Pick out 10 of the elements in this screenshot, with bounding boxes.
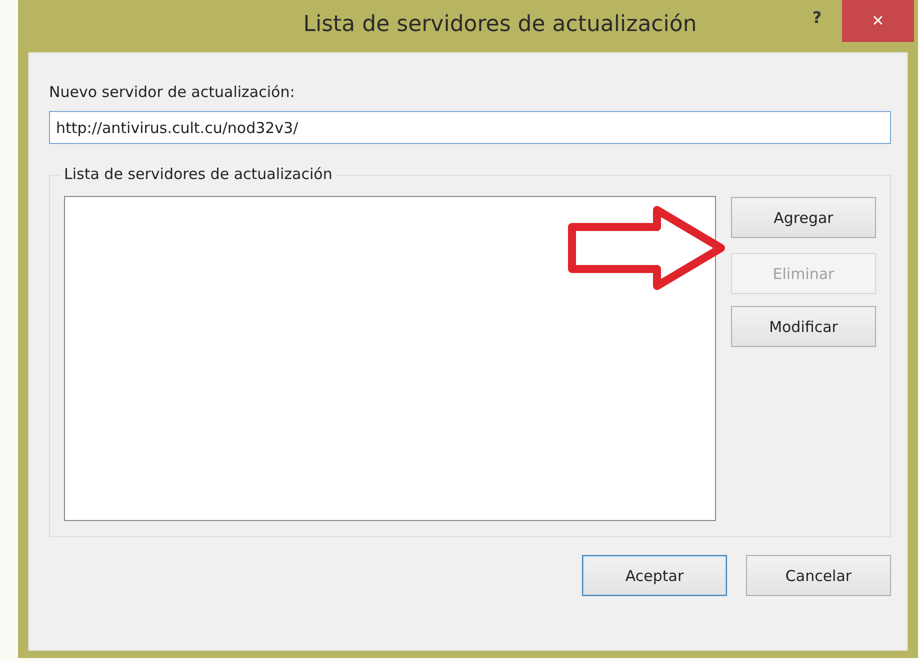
close-button[interactable]: × [842,0,914,42]
server-input-field[interactable]: http://antivirus.cult.cu/nod32v3/ [49,111,891,144]
dialog-button[interactable]: Aceptar [582,555,727,596]
dialog-button[interactable]: Agregar [731,197,876,238]
field-label: Nuevo servidor de actualización: [49,83,296,101]
window-title: Lista de servidores de actualización [302,11,698,37]
dialog-button[interactable]: Modificar [731,306,876,347]
help-button[interactable]: ? [792,2,842,32]
server-list[interactable] [64,196,716,521]
dialog-button[interactable]: Cancelar [746,555,891,596]
